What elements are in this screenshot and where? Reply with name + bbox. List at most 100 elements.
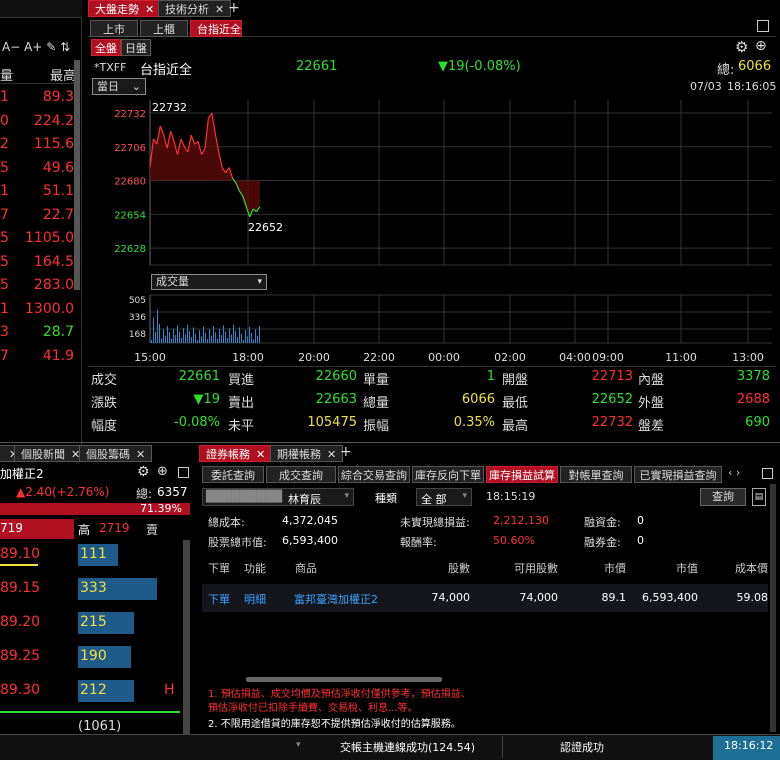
watchlist-row-qty: 5 — [0, 230, 9, 246]
holdings-hscrollbar[interactable] — [246, 677, 442, 682]
x-tick-label: 13:00 — [732, 351, 764, 364]
subtab-3[interactable]: 庫存反向下單 — [412, 466, 484, 483]
tab-taiex-futures[interactable]: 台指近全 — [190, 20, 242, 37]
tab-market-trend[interactable]: 大盤走勢 ✕ — [88, 0, 162, 17]
status-dropdown-icon[interactable]: ▾ — [296, 740, 301, 750]
edit-icon[interactable]: ✎ — [46, 40, 56, 54]
volume-bar — [215, 332, 216, 343]
ladder-qty[interactable]: 190 — [80, 648, 107, 664]
volume-label-select[interactable]: 成交量 ▾ — [151, 274, 267, 290]
ladder-price[interactable]: 89.25 — [0, 648, 40, 664]
add-account-tab-button[interactable]: + — [340, 444, 352, 460]
account-scrollbar[interactable] — [770, 484, 776, 732]
holdings-product-link[interactable]: 富邦臺灣加權正2 — [294, 591, 404, 607]
watchlist-toolbar — [0, 0, 82, 18]
subtab-4[interactable]: 庫存損益試算 — [486, 466, 558, 483]
watchlist-row-high[interactable]: 164.5 — [20, 254, 74, 270]
volume-bar — [243, 340, 244, 343]
stat-label: 總量 — [363, 396, 390, 411]
ladder-qty[interactable]: 212 — [80, 682, 107, 698]
subtab-2[interactable]: 綜合交易查詢 — [338, 466, 410, 483]
holdings-header: 商品 — [295, 562, 317, 575]
account-popout-icon[interactable] — [762, 468, 773, 479]
window-popout-icon[interactable] — [757, 20, 769, 32]
high-marker-label: 22732 — [152, 101, 187, 114]
ladder-qty[interactable]: 111 — [80, 546, 107, 562]
y-tick-label: 22628 — [114, 244, 146, 255]
stock-settings-gear-icon[interactable]: ⚙ — [137, 464, 150, 480]
watchlist-scrollbar[interactable] — [74, 60, 80, 290]
watchlist-row-high[interactable]: 115.6 — [20, 136, 74, 152]
export-excel-icon[interactable]: ▤ — [752, 488, 766, 506]
watchlist-row-high[interactable]: 49.6 — [20, 160, 74, 176]
subtab-1[interactable]: 成交查詢 — [266, 466, 336, 483]
watchlist-row-high[interactable]: 51.1 — [20, 183, 74, 199]
ladder-price[interactable]: 89.15 — [0, 580, 40, 596]
tab-stock-chips[interactable]: 個股籌碼 ✕ — [79, 445, 153, 462]
stat-value: 0.35% — [453, 415, 495, 430]
ladder-qty[interactable]: 215 — [80, 614, 107, 630]
status-clock: 18:16:12 — [724, 739, 774, 752]
tab-full-session[interactable]: 全盤 — [91, 39, 121, 56]
watchlist-row-high[interactable]: 22.7 — [20, 207, 74, 223]
last-price: 22661 — [296, 59, 338, 74]
ladder-scrollbar[interactable] — [183, 540, 190, 735]
stock-popout-icon[interactable] — [178, 467, 189, 478]
holdings-header: 功能 — [244, 562, 266, 575]
tab-stock-news-2[interactable]: 個股新聞 ✕ — [14, 445, 88, 462]
volume-bar — [187, 324, 188, 343]
volume-bar — [249, 326, 250, 343]
add-indicator-icon[interactable]: ⊕ — [755, 38, 767, 54]
font-larger-button[interactable]: A+ — [24, 40, 42, 54]
total-cost-label: 總成本: — [208, 516, 245, 529]
type-select[interactable]: 全 部 ▾ — [416, 488, 472, 506]
watchlist-row-high[interactable]: 224.2 — [20, 113, 74, 129]
subtab-scroll-arrows[interactable]: ‹ › — [728, 466, 740, 479]
ladder-price[interactable]: 89.30 — [0, 682, 40, 698]
tab-otc[interactable]: 上櫃 — [140, 20, 188, 37]
volume-bar — [205, 333, 206, 343]
tab-day-session[interactable]: 日盤 — [121, 39, 151, 56]
period-select[interactable]: 當日 ⌄ — [92, 78, 146, 95]
ladder-price[interactable]: 89.10 — [0, 546, 40, 562]
holdings-order-link[interactable]: 下單 — [208, 591, 248, 607]
account-id-select[interactable]: █████████ 林育辰 ▾ — [202, 488, 354, 506]
settings-gear-icon[interactable]: ⚙ — [735, 38, 748, 56]
x-tick-label: 11:00 — [665, 351, 697, 364]
volume-bar — [169, 332, 170, 343]
tab-securities-account[interactable]: 證券帳務 ✕ — [199, 445, 273, 462]
watchlist-row-high[interactable]: 28.7 — [20, 324, 74, 340]
x-tick-label: 22:00 — [363, 351, 395, 364]
subtab-5[interactable]: 對帳單查詢 — [560, 466, 632, 483]
watchlist-row-high[interactable]: 1105.0 — [20, 230, 74, 246]
volume-bar — [177, 325, 178, 343]
add-tab-button[interactable]: + — [228, 0, 240, 16]
subtab-6[interactable]: 已實現損益查詢 — [634, 466, 722, 483]
watchlist-row-high[interactable]: 1300.0 — [20, 301, 74, 317]
stock-add-icon[interactable]: ⊕ — [157, 464, 168, 479]
tab-listed[interactable]: 上市 — [90, 20, 138, 37]
holdings-header: 成本價 — [735, 562, 768, 575]
tab-futures-account[interactable]: 期權帳務 ✕ — [270, 445, 344, 462]
sort-icon[interactable]: ⇅ — [60, 40, 70, 54]
market-value-label: 股票總市值: — [208, 536, 267, 549]
query-button[interactable]: 查詢 — [700, 488, 746, 506]
low-marker-label: 22652 — [248, 221, 283, 234]
watchlist-row-high[interactable]: 89.3 — [20, 89, 74, 105]
font-smaller-button[interactable]: A− — [2, 40, 20, 54]
ladder-price[interactable]: 89.20 — [0, 614, 40, 630]
tab-technical-analysis[interactable]: 技術分析 ✕ — [158, 0, 232, 17]
watchlist-row-qty: 5 — [0, 277, 9, 293]
volume-bar — [199, 330, 200, 343]
watchlist-row-high[interactable]: 41.9 — [20, 348, 74, 364]
account-time: 18:15:19 — [486, 490, 536, 503]
ladder-qty[interactable]: 333 — [80, 580, 107, 596]
stat-label: 成交 — [91, 373, 118, 388]
watchlist-row-high[interactable]: 283.0 — [20, 277, 74, 293]
holdings-detail-link[interactable]: 明細 — [244, 591, 284, 607]
x-tick-label: 02:00 — [494, 351, 526, 364]
volume-bar — [195, 333, 196, 343]
disclaimer-1b: 預估淨收付已扣除手續費、交易稅、利息...等。 — [208, 703, 418, 714]
holdings-price-cell: 89.1 — [601, 591, 627, 604]
subtab-0[interactable]: 委託查詢 — [202, 466, 264, 483]
